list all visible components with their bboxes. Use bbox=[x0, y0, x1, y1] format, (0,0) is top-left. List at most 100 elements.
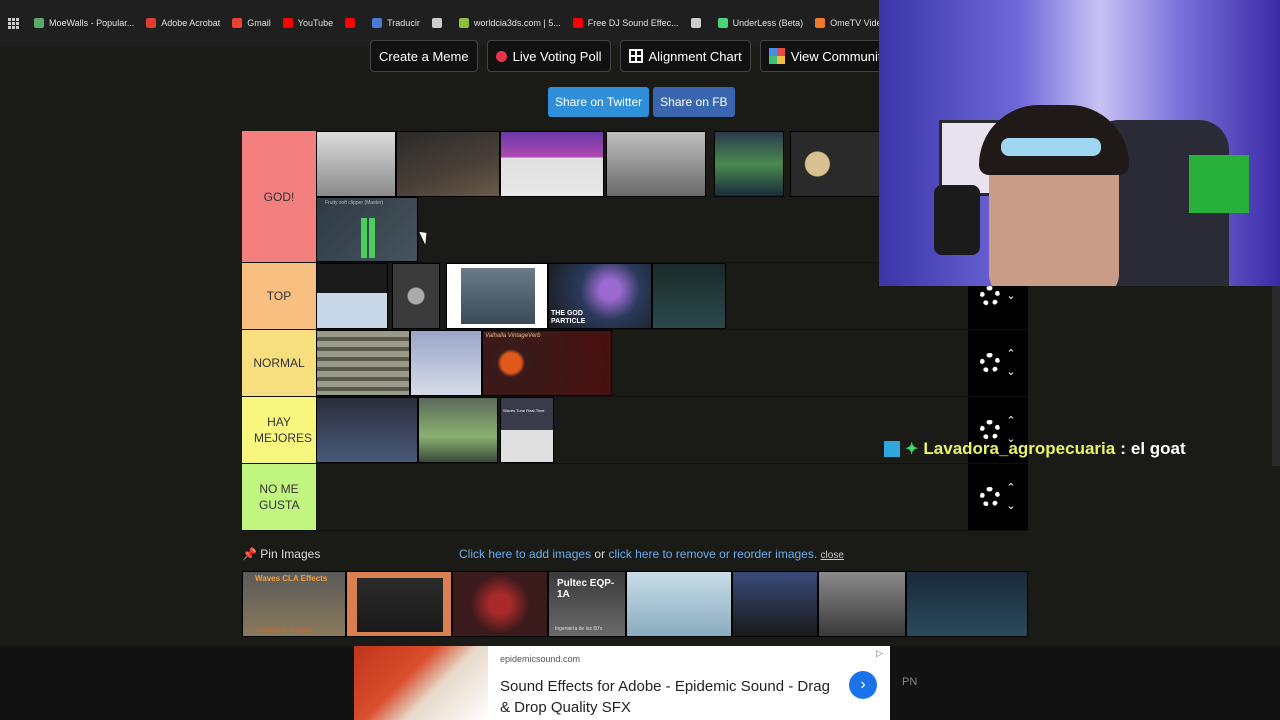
chevron-up-icon[interactable]: ⌃ bbox=[1006, 349, 1015, 360]
pool-thumbnail-waves-cla[interactable]: Waves CLA Effects Revisión en Español bbox=[242, 571, 346, 637]
tier-label: HAY MEJORES bbox=[242, 397, 316, 463]
move-arrows: ⌃ ⌄ bbox=[1006, 349, 1015, 378]
waves-cla-caption: Waves CLA Effects bbox=[255, 574, 328, 583]
move-arrows: ⌃ ⌄ bbox=[1006, 483, 1015, 512]
bookmark-item[interactable] bbox=[426, 18, 453, 28]
plugin-thumbnail[interactable] bbox=[500, 131, 604, 197]
bookmark-favicon-icon bbox=[34, 18, 44, 28]
pool-thumbnail[interactable] bbox=[452, 571, 548, 637]
plugin-thumbnail[interactable] bbox=[392, 263, 440, 329]
pool-thumbnail-pultec[interactable]: Pultec EQP-1A Ingeniería de los 50's bbox=[548, 571, 626, 637]
pool-thumbnail[interactable] bbox=[732, 571, 818, 637]
tier-items: Fruity soft clipper (Master) bbox=[316, 131, 968, 262]
chevron-down-icon[interactable]: ⌄ bbox=[1006, 367, 1015, 378]
pool-thumbnail[interactable] bbox=[906, 571, 1028, 637]
microphone bbox=[934, 185, 980, 255]
gear-icon[interactable] bbox=[980, 353, 1001, 373]
pool-thumbnail[interactable] bbox=[818, 571, 906, 637]
plugin-thumbnail[interactable] bbox=[418, 397, 498, 463]
waves-tune-caption: Waves Tune Real-Time bbox=[503, 408, 545, 413]
plugin-thumbnail[interactable] bbox=[652, 263, 726, 329]
bookmark-item[interactable] bbox=[339, 18, 366, 28]
bookmark-item[interactable]: UnderLess (Beta) bbox=[712, 18, 810, 28]
or-text: or bbox=[594, 547, 606, 561]
tier-controls: ⌃ ⌄ bbox=[968, 330, 1028, 396]
tier-label-text: TOP bbox=[266, 289, 292, 303]
creeper-plush bbox=[1189, 155, 1249, 213]
plugin-thumbnail-waves-tune[interactable]: Waves Tune Real-Time bbox=[500, 397, 554, 463]
pin-images-toggle[interactable]: 📌 Pin Images bbox=[242, 547, 320, 561]
chevron-right-icon[interactable]: › bbox=[849, 671, 877, 699]
scrollbar[interactable] bbox=[1272, 286, 1280, 466]
bookmark-favicon-icon bbox=[458, 18, 469, 28]
plugin-thumbnail[interactable] bbox=[714, 131, 784, 197]
share-fb-button[interactable]: Share on FB bbox=[653, 87, 735, 117]
chat-text: el goat bbox=[1130, 439, 1186, 458]
bookmark-label: MoeWalls - Popular... bbox=[49, 18, 135, 28]
ad-card[interactable]: epidemicsound.com Sound Effects for Adob… bbox=[354, 646, 890, 720]
chevron-up-icon[interactable]: ⌃ bbox=[1006, 483, 1015, 494]
bookmark-item[interactable] bbox=[685, 18, 712, 28]
share-twitter-label: Share on Twitter bbox=[555, 95, 643, 109]
bookmark-item[interactable]: worldcia3ds.com | 5... bbox=[453, 18, 567, 28]
move-arrows: ⌄ bbox=[1006, 291, 1015, 302]
bookmark-favicon-icon bbox=[690, 18, 701, 28]
gear-icon[interactable] bbox=[980, 286, 1001, 306]
bookmark-item[interactable]: Traducir bbox=[366, 18, 426, 28]
plugin-thumbnail[interactable] bbox=[396, 131, 500, 197]
chevron-down-icon[interactable]: ⌄ bbox=[1006, 501, 1015, 512]
pultec-subcaption: Ingeniería de los 50's bbox=[555, 626, 603, 632]
plugin-thumbnail[interactable] bbox=[316, 330, 410, 396]
chevron-up-icon[interactable]: ⌃ bbox=[1006, 416, 1015, 427]
alignment-chart-button[interactable]: Alignment Chart bbox=[619, 40, 751, 72]
chevron-down-icon[interactable]: ⌄ bbox=[1006, 291, 1015, 302]
tier-items: THE GOD PARTICLE bbox=[316, 263, 968, 329]
pultec-caption: Pultec EQP-1A bbox=[557, 578, 615, 600]
bookmark-favicon-icon bbox=[345, 18, 356, 28]
plugin-thumbnail[interactable] bbox=[410, 330, 482, 396]
ad-choices-icon[interactable]: ▷ bbox=[876, 648, 883, 659]
tier-items bbox=[316, 464, 968, 530]
bookmark-item[interactable]: YouTube bbox=[277, 18, 339, 28]
remove-reorder-link[interactable]: click here to remove or reorder images. bbox=[608, 547, 817, 561]
close-link[interactable]: close bbox=[821, 550, 844, 561]
tier-controls: ⌃ ⌄ bbox=[968, 464, 1028, 530]
tier-label-text: NO ME GUSTA bbox=[259, 482, 300, 512]
live-voting-label: Live Voting Poll bbox=[512, 48, 602, 64]
bookmark-item[interactable]: Free DJ Sound Effec... bbox=[567, 18, 685, 28]
bookmark-favicon-icon bbox=[572, 18, 583, 28]
create-meme-label: Create a Meme bbox=[379, 48, 469, 64]
plugin-thumbnail[interactable] bbox=[790, 131, 880, 197]
add-images-link[interactable]: Click here to add images bbox=[459, 547, 591, 561]
create-meme-button[interactable]: Create a Meme bbox=[370, 40, 478, 72]
tier-row-no-me-gusta: NO ME GUSTA ⌃ ⌄ bbox=[242, 464, 1028, 531]
gear-icon[interactable] bbox=[980, 487, 1001, 507]
plugin-thumbnail[interactable] bbox=[316, 397, 418, 463]
bookmark-item[interactable]: MoeWalls - Popular... bbox=[28, 18, 140, 28]
pool-thumbnail[interactable] bbox=[346, 571, 452, 637]
bookmark-item[interactable]: Gmail bbox=[226, 18, 277, 28]
share-twitter-button[interactable]: Share on Twitter bbox=[548, 87, 650, 117]
ad-title[interactable]: Sound Effects for Adobe - Epidemic Sound… bbox=[500, 676, 840, 718]
plugin-thumbnail[interactable] bbox=[446, 263, 548, 329]
pool-thumbnail[interactable] bbox=[626, 571, 732, 637]
chat-username: Lavadora_agropecuaria bbox=[923, 439, 1116, 458]
plugin-thumbnail[interactable] bbox=[316, 131, 396, 197]
live-voting-poll-button[interactable]: Live Voting Poll bbox=[486, 40, 611, 72]
plugin-thumbnail[interactable] bbox=[606, 131, 706, 197]
plugin-thumbnail-valhalla[interactable]: Valhalla VintageVerb bbox=[482, 330, 612, 396]
pushpin-icon: 📌 bbox=[242, 547, 257, 561]
bookmark-label: YouTube bbox=[297, 18, 334, 28]
apps-grid-icon[interactable] bbox=[8, 18, 19, 29]
plugin-thumbnail-soft-clipper[interactable]: Fruity soft clipper (Master) bbox=[316, 197, 418, 262]
valhalla-caption: Valhalla VintageVerb bbox=[485, 333, 541, 339]
plugin-thumbnail-god-particle[interactable]: THE GOD PARTICLE bbox=[548, 263, 652, 329]
bookmark-favicon-icon bbox=[146, 18, 157, 28]
pin-images-label: Pin Images bbox=[260, 547, 321, 561]
image-pool: Waves CLA Effects Revisión en Español Pu… bbox=[242, 571, 1028, 637]
eq-panel bbox=[461, 268, 535, 324]
plugin-thumbnail[interactable] bbox=[316, 263, 388, 329]
sparkle-icon: ✦ bbox=[905, 441, 919, 458]
bookmarks-list: MoeWalls - Popular... Adobe Acrobat Gmail Y… bbox=[0, 9, 960, 37]
bookmark-item[interactable]: Adobe Acrobat bbox=[140, 18, 226, 28]
